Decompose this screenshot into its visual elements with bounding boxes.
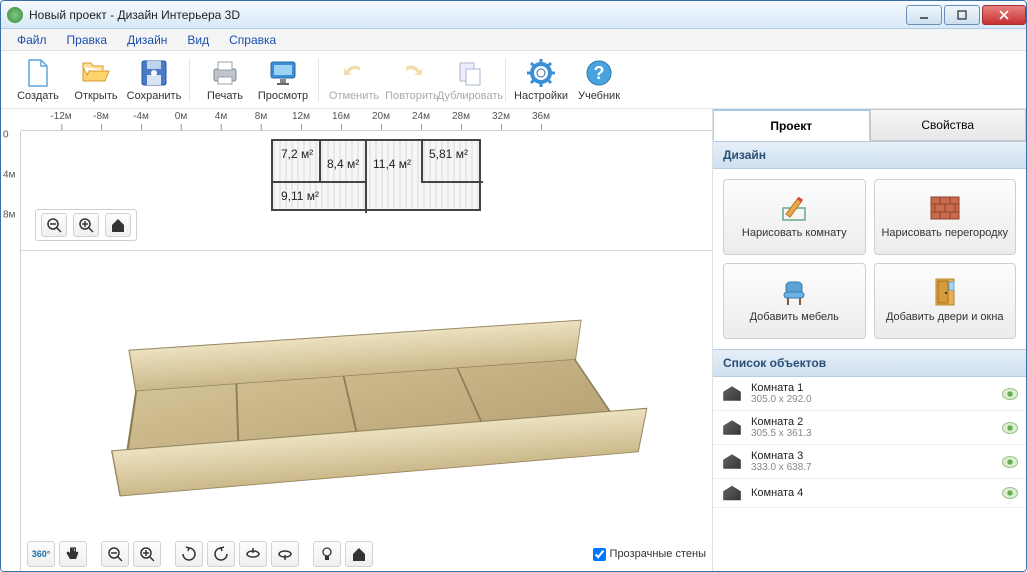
tilt-up-button[interactable] <box>239 541 267 567</box>
open-button[interactable]: Открыть <box>67 53 125 107</box>
redo-button[interactable]: Повторить <box>383 53 441 107</box>
tutorial-button[interactable]: ?Учебник <box>570 53 628 107</box>
side-panel: Проект Свойства Дизайн Нарисовать комнат… <box>712 109 1026 571</box>
menu-edit[interactable]: Правка <box>57 31 118 49</box>
menu-file[interactable]: Файл <box>7 31 57 49</box>
help-icon: ? <box>584 58 614 88</box>
create-button[interactable]: Создать <box>9 53 67 107</box>
preview-button[interactable]: Просмотр <box>254 53 312 107</box>
maximize-button[interactable] <box>944 5 980 25</box>
printer-icon <box>210 58 240 88</box>
visibility-toggle[interactable] <box>1002 422 1018 434</box>
print-button[interactable]: Печать <box>196 53 254 107</box>
draw-room-button[interactable]: Нарисовать комнату <box>723 179 866 255</box>
plan-2d-view[interactable]: 7,2 м² 8,4 м² 11,4 м² 5,81 м² 9,11 м² <box>21 131 712 251</box>
room-icon <box>721 419 743 437</box>
object-list: Комната 1305.0 x 292.0 Комната 2305.5 x … <box>713 377 1026 571</box>
close-button[interactable] <box>982 5 1026 25</box>
app-icon <box>7 7 23 23</box>
objects-section-head: Список объектов <box>713 349 1026 377</box>
transparent-walls-checkbox[interactable]: Прозрачные стены <box>593 548 706 561</box>
view-360-button[interactable]: 360° <box>27 541 55 567</box>
new-file-icon <box>23 58 53 88</box>
menu-design[interactable]: Дизайн <box>117 31 177 49</box>
pencil-room-icon <box>779 193 809 223</box>
titlebar: Новый проект - Дизайн Интерьера 3D <box>1 1 1026 29</box>
add-doors-windows-button[interactable]: Добавить двери и окна <box>874 263 1017 339</box>
list-item[interactable]: Комната 4 <box>713 479 1026 508</box>
duplicate-icon <box>455 58 485 88</box>
rotate-right-button[interactable] <box>207 541 235 567</box>
save-icon <box>139 58 169 88</box>
app-window: Новый проект - Дизайн Интерьера 3D Файл … <box>0 0 1027 572</box>
undo-icon <box>339 58 369 88</box>
design-section-head: Дизайн <box>713 141 1026 169</box>
home-3d-button[interactable] <box>345 541 373 567</box>
toolbar-separator <box>189 58 190 102</box>
list-item[interactable]: Комната 1305.0 x 292.0 <box>713 377 1026 411</box>
light-button[interactable] <box>313 541 341 567</box>
rotate-left-button[interactable] <box>175 541 203 567</box>
zoom-in-3d-button[interactable] <box>133 541 161 567</box>
undo-button[interactable]: Отменить <box>325 53 383 107</box>
folder-open-icon <box>81 58 111 88</box>
redo-icon <box>397 58 427 88</box>
settings-button[interactable]: Настройки <box>512 53 570 107</box>
svg-text:?: ? <box>594 63 605 83</box>
room-icon <box>721 484 743 502</box>
duplicate-button[interactable]: Дублировать <box>441 53 499 107</box>
toolbar-separator <box>505 58 506 102</box>
tab-project[interactable]: Проект <box>713 109 870 141</box>
list-item[interactable]: Комната 3333.0 x 638.7 <box>713 445 1026 479</box>
visibility-toggle[interactable] <box>1002 456 1018 468</box>
zoom-out-2d-button[interactable] <box>41 213 67 237</box>
menu-help[interactable]: Справка <box>219 31 286 49</box>
window-title: Новый проект - Дизайн Интерьера 3D <box>29 8 904 22</box>
brick-wall-icon <box>930 193 960 223</box>
tab-properties[interactable]: Свойства <box>870 109 1027 141</box>
door-icon <box>930 277 960 307</box>
canvas-area: -12м -8м -4м 0м 4м 8м 12м 16м 20м 24м 28… <box>1 109 712 571</box>
toolbar-separator <box>318 58 319 102</box>
floorplan[interactable]: 7,2 м² 8,4 м² 11,4 м² 5,81 м² 9,11 м² <box>271 139 481 211</box>
zoom-controls-2d <box>35 209 137 241</box>
monitor-icon <box>268 58 298 88</box>
ruler-horizontal: -12м -8м -4м 0м 4м 8м 12м 16м 20м 24м 28… <box>21 109 712 131</box>
toolbar: Создать Открыть Сохранить Печать Просмот… <box>1 51 1026 109</box>
tilt-down-button[interactable] <box>271 541 299 567</box>
zoom-out-3d-button[interactable] <box>101 541 129 567</box>
visibility-toggle[interactable] <box>1002 388 1018 400</box>
ruler-vertical: 0 4м 8м <box>1 131 21 571</box>
room-icon <box>721 385 743 403</box>
transparent-walls-input[interactable] <box>593 548 606 561</box>
list-item[interactable]: Комната 2305.5 x 361.3 <box>713 411 1026 445</box>
home-2d-button[interactable] <box>105 213 131 237</box>
zoom-in-2d-button[interactable] <box>73 213 99 237</box>
add-furniture-button[interactable]: Добавить мебель <box>723 263 866 339</box>
room-icon <box>721 453 743 471</box>
view-3d[interactable] <box>21 251 712 537</box>
chair-icon <box>779 277 809 307</box>
gear-icon <box>526 58 556 88</box>
draw-partition-button[interactable]: Нарисовать перегородку <box>874 179 1017 255</box>
visibility-toggle[interactable] <box>1002 487 1018 499</box>
bottom-toolbar: 360° Прозрачные стены <box>21 537 712 571</box>
menubar: Файл Правка Дизайн Вид Справка <box>1 29 1026 51</box>
menu-view[interactable]: Вид <box>177 31 219 49</box>
side-tabs: Проект Свойства <box>713 109 1026 141</box>
pan-button[interactable] <box>59 541 87 567</box>
save-button[interactable]: Сохранить <box>125 53 183 107</box>
minimize-button[interactable] <box>906 5 942 25</box>
